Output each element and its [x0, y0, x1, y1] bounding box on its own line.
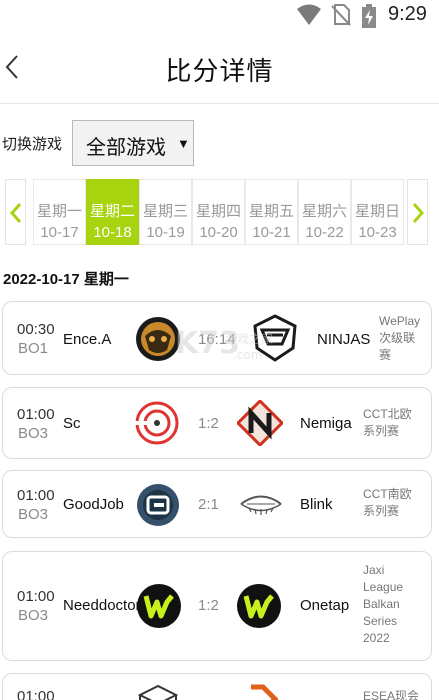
day-tab-thu[interactable]: 星期四 10-20 [192, 179, 245, 245]
status-time: 9:29 [388, 3, 427, 25]
match-card[interactable]: 01:00 BO3 Sc 1:2 Nemiga CCT北欧 系列赛 [2, 387, 432, 459]
match-format: BO3 [18, 425, 49, 442]
league-line: League [363, 580, 404, 594]
battery-charging-icon [362, 4, 376, 28]
sc-logo-icon [134, 401, 179, 445]
day-tab-wed[interactable]: 星期三 10-19 [139, 179, 192, 245]
goodjob-logo-icon [137, 484, 179, 526]
league-line: 2022 [363, 631, 390, 645]
week-selector: 星期一 10-17 星期二 10-18 星期三 10-19 星期四 10-20 … [5, 179, 433, 245]
team-b-name: Blink [300, 496, 333, 513]
match-format: BO1 [18, 340, 49, 357]
status-bar: 9:29 [0, 0, 439, 30]
match-score: 1:2 [198, 415, 219, 432]
day-weekday: 星期二 [89, 203, 135, 220]
match-time: 00:30 [17, 321, 55, 338]
league-line: 次级联 [379, 331, 416, 345]
day-tab-sun[interactable]: 星期日 10-23 [351, 179, 404, 245]
day-weekday: 星期六 [301, 203, 347, 220]
day-date: 10-23 [358, 224, 397, 241]
match-card[interactable]: 01:00 ESEA现会 [2, 673, 432, 700]
match-time: 01:00 [17, 406, 55, 423]
league-line: Jaxi [363, 563, 385, 577]
day-tab-tue[interactable]: 星期二 10-18 [86, 179, 139, 245]
league-name: Jaxi League Balkan Series 2022 [363, 562, 403, 647]
league-line: WePlay [379, 314, 421, 328]
wifi-icon [297, 4, 321, 25]
league-line: CCT南欧 [363, 487, 412, 501]
league-name: CCT南欧 系列赛 [363, 486, 412, 520]
team-b-name: Nemiga [300, 415, 352, 432]
match-time: 01:00 [17, 588, 55, 605]
team-a-name: GoodJob [63, 496, 124, 513]
game-select-value: 全部游戏 [86, 137, 166, 159]
game-select-dropdown[interactable]: 全部游戏 ▼ [72, 120, 194, 166]
day-date: 10-22 [305, 224, 344, 241]
day-weekday: 星期四 [195, 203, 241, 220]
match-time: 01:00 [17, 688, 55, 700]
needdoctor-logo-icon [137, 584, 181, 628]
day-date: 10-21 [252, 224, 291, 241]
day-weekday: 星期三 [142, 203, 188, 220]
league-name: ESEA现会 [363, 688, 419, 700]
nemiga-logo-icon [237, 400, 283, 446]
match-score: 1:2 [198, 597, 219, 614]
dropdown-arrow-icon: ▼ [177, 136, 190, 151]
page-title: 比分详情 [165, 56, 274, 86]
watermark-url: .com [233, 348, 262, 362]
day-tab-sat[interactable]: 星期六 10-22 [298, 179, 351, 245]
date-heading: 2022-10-17 星期一 [3, 271, 129, 288]
league-line: ESEA现会 [363, 689, 420, 700]
day-tab-mon[interactable]: 星期一 10-17 [33, 179, 86, 245]
day-weekday: 星期日 [354, 203, 400, 220]
match-score: 2:1 [198, 496, 219, 513]
day-tab-fri[interactable]: 星期五 10-21 [245, 179, 298, 245]
match-card[interactable]: 01:00 BO3 GoodJob 2:1 Blink CCT南欧 系列赛 [2, 470, 432, 538]
day-date: 10-17 [40, 224, 79, 241]
league-line: 系列赛 [363, 504, 400, 518]
watermark-sub: 游戏之家 [225, 331, 273, 346]
onetap-logo-icon [237, 584, 281, 628]
team-b-logo-icon [251, 684, 279, 700]
league-name: CCT北欧 系列赛 [363, 406, 412, 440]
team-b-name: NINJAS [317, 331, 371, 348]
day-date: 10-20 [199, 224, 238, 241]
no-sim-icon [331, 4, 351, 26]
chevron-right-icon [412, 203, 425, 223]
app-header: 比分详情 [0, 30, 439, 104]
day-date: 10-19 [146, 224, 185, 241]
watermark-logo: K73 游戏之家 .com [175, 326, 273, 362]
league-line: 赛 [379, 348, 392, 362]
blink-logo-icon [240, 495, 282, 515]
chevron-left-icon [9, 203, 22, 223]
league-line: 系列赛 [363, 424, 400, 438]
league-line: Balkan [363, 597, 400, 611]
league-line: Series [363, 614, 398, 628]
match-format: BO3 [18, 607, 49, 624]
team-b-name: Onetap [300, 597, 350, 614]
game-switch-label: 切换游戏 [2, 136, 63, 153]
next-week-button[interactable] [407, 179, 428, 245]
team-a-name: Ence.A [63, 331, 112, 348]
league-name: WePlay 次级联 赛 [379, 313, 420, 364]
team-a-name: Needdoctor [63, 597, 141, 614]
team-a-logo-icon [137, 684, 179, 700]
prev-week-button[interactable] [5, 179, 26, 245]
match-time: 01:00 [17, 487, 55, 504]
day-weekday: 星期五 [248, 203, 294, 220]
day-weekday: 星期一 [36, 203, 82, 220]
day-date: 10-18 [93, 224, 132, 241]
match-format: BO3 [18, 506, 49, 523]
league-line: CCT北欧 [363, 407, 412, 421]
team-a-name: Sc [63, 415, 81, 432]
match-card[interactable]: 01:00 BO3 Needdoctor 1:2 Onetap Jaxi Lea… [2, 551, 432, 661]
